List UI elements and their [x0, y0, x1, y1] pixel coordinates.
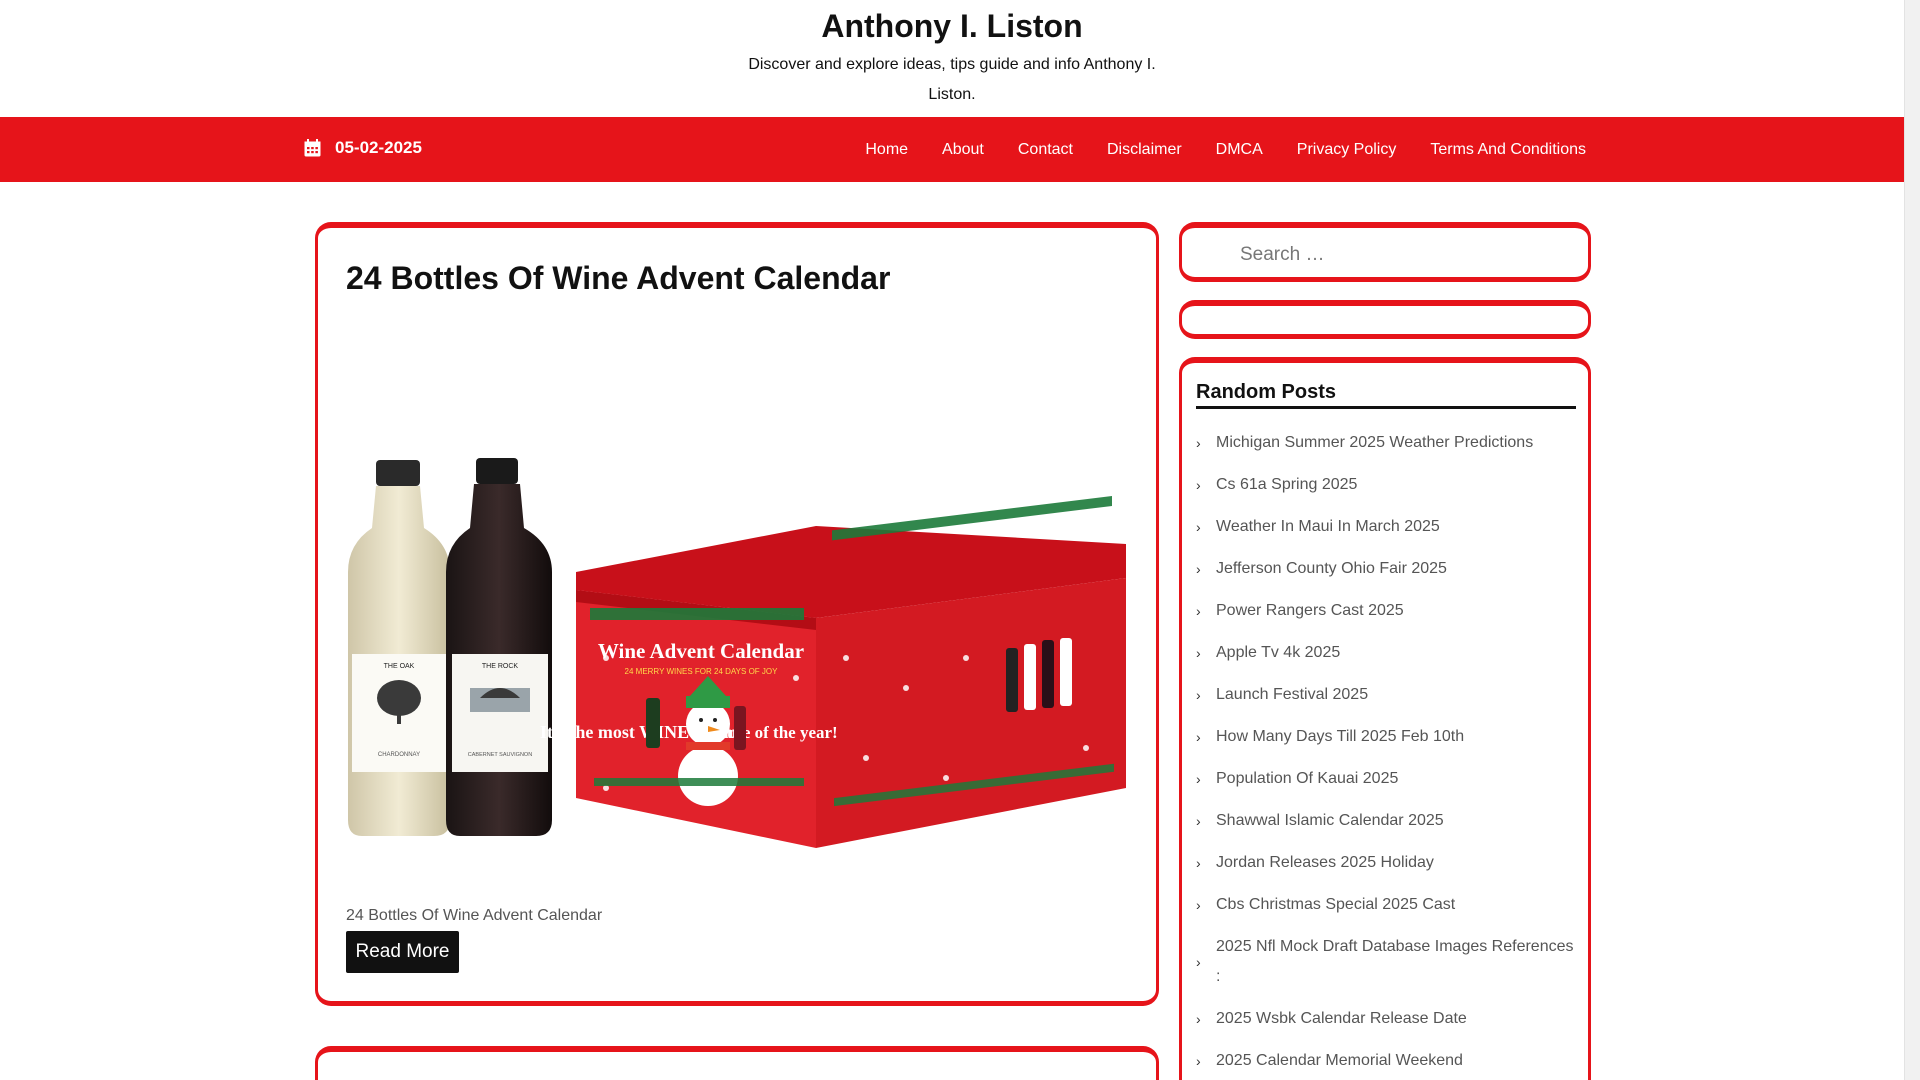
- chevron-right-icon: ›: [1196, 645, 1201, 661]
- random-post-link[interactable]: Cs 61a Spring 2025: [1216, 476, 1357, 493]
- site-header: Anthony I. Liston Discover and explore i…: [0, 0, 1904, 117]
- random-post-link[interactable]: Launch Festival 2025: [1216, 686, 1368, 703]
- random-post-link[interactable]: 2025 Wsbk Calendar Release Date: [1216, 1010, 1467, 1027]
- chevron-right-icon: ›: [1196, 1053, 1201, 1069]
- date-text: 05-02-2025: [335, 138, 422, 157]
- list-item[interactable]: › 2025 Nfl Mock Draft Database Images Ref…: [1196, 932, 1580, 992]
- chevron-right-icon: ›: [1196, 687, 1201, 703]
- list-item[interactable]: › Jefferson County Ohio Fair 2025: [1196, 554, 1580, 584]
- post-card: 24 Bottles Of Wine Advent Calendar THE O…: [315, 222, 1159, 1006]
- chevron-right-icon: ›: [1196, 897, 1201, 913]
- main-menu: Home About Contact Disclaimer DMCA Priva…: [831, 117, 1586, 182]
- site-description: Discover and explore ideas, tips guide a…: [748, 56, 1156, 103]
- list-item[interactable]: › Launch Festival 2025: [1196, 680, 1580, 710]
- list-item[interactable]: › Weather In Maui In March 2025: [1196, 512, 1580, 542]
- menu-item-disclaimer[interactable]: Disclaimer: [1107, 141, 1182, 159]
- list-item[interactable]: › How Many Days Till 2025 Feb 10th: [1196, 722, 1580, 752]
- random-post-link[interactable]: Power Rangers Cast 2025: [1216, 602, 1404, 619]
- random-post-link[interactable]: Population Of Kauai 2025: [1216, 770, 1398, 787]
- red-wine-bottle: THE ROCK CABERNET SAUVIGNON: [446, 458, 552, 836]
- random-post-link[interactable]: Shawwal Islamic Calendar 2025: [1216, 812, 1444, 829]
- post-title[interactable]: 24 Bottles Of Wine Advent Calendar: [346, 260, 890, 297]
- main-navbar: 05-02-2025 Home About Contact Disclaimer…: [0, 117, 1904, 182]
- svg-text:THE OAK: THE OAK: [384, 663, 415, 670]
- search-input[interactable]: [1240, 242, 1560, 268]
- chevron-right-icon: ›: [1196, 771, 1201, 787]
- chevron-right-icon: ›: [1196, 1011, 1201, 1027]
- chevron-right-icon: ›: [1196, 435, 1201, 451]
- current-date: 05-02-2025: [304, 138, 422, 158]
- chevron-right-icon: ›: [1196, 519, 1201, 535]
- chevron-right-icon: ›: [1196, 855, 1201, 871]
- page-scrollbar[interactable]: [1904, 0, 1920, 1080]
- list-item[interactable]: › Cbs Christmas Special 2025 Cast: [1196, 890, 1580, 920]
- list-item[interactable]: › Shawwal Islamic Calendar 2025: [1196, 806, 1580, 836]
- white-wine-bottle: THE OAK CHARDONNAY: [348, 460, 450, 836]
- random-post-link[interactable]: 2025 Nfl Mock Draft Database Images Refe…: [1216, 938, 1574, 985]
- menu-item-terms[interactable]: Terms And Conditions: [1430, 141, 1586, 159]
- list-item[interactable]: › Power Rangers Cast 2025: [1196, 596, 1580, 626]
- random-post-link[interactable]: Cbs Christmas Special 2025 Cast: [1216, 896, 1455, 913]
- chevron-right-icon: ›: [1196, 477, 1201, 493]
- list-item[interactable]: › Michigan Summer 2025 Weather Prediction…: [1196, 428, 1580, 458]
- random-post-link[interactable]: 2025 Calendar Memorial Weekend: [1216, 1052, 1463, 1069]
- random-post-link[interactable]: Jordan Releases 2025 Holiday: [1216, 854, 1434, 871]
- list-item[interactable]: › Apple Tv 4k 2025: [1196, 638, 1580, 668]
- chevron-right-icon: ›: [1196, 561, 1201, 577]
- advent-calendar-box: Wine Advent Calendar 24 MERRY WINES FOR …: [540, 495, 1126, 848]
- random-posts-title: Random Posts: [1196, 381, 1576, 409]
- next-post-card: [315, 1046, 1159, 1080]
- svg-text:CABERNET SAUVIGNON: CABERNET SAUVIGNON: [468, 752, 532, 758]
- menu-item-dmca[interactable]: DMCA: [1216, 141, 1263, 159]
- list-item[interactable]: › 2025 Calendar Memorial Weekend: [1196, 1046, 1580, 1076]
- calendar-icon: [304, 139, 321, 157]
- random-post-link[interactable]: Michigan Summer 2025 Weather Predictions: [1216, 434, 1533, 451]
- post-image[interactable]: THE OAK CHARDONNAY THE ROCK CABERNET SAU…: [346, 358, 1130, 898]
- list-item[interactable]: › 2025 Wsbk Calendar Release Date: [1196, 1004, 1580, 1034]
- menu-item-about[interactable]: About: [942, 141, 984, 159]
- menu-item-home[interactable]: Home: [865, 141, 908, 159]
- post-caption: 24 Bottles Of Wine Advent Calendar: [346, 907, 603, 924]
- list-item[interactable]: › Cs 61a Spring 2025: [1196, 470, 1580, 500]
- random-post-link[interactable]: Jefferson County Ohio Fair 2025: [1216, 560, 1447, 577]
- site-title[interactable]: Anthony I. Liston: [0, 8, 1904, 45]
- random-post-link[interactable]: Apple Tv 4k 2025: [1216, 644, 1340, 661]
- random-posts-widget: Random Posts › Michigan Summer 2025 Weath…: [1179, 357, 1591, 1080]
- chevron-right-icon: ›: [1196, 813, 1201, 829]
- read-more-button[interactable]: Read More: [346, 931, 459, 973]
- chevron-right-icon: ›: [1196, 729, 1201, 745]
- svg-text:Wine Advent Calendar: Wine Advent Calendar: [598, 639, 804, 663]
- empty-widget: [1179, 300, 1591, 339]
- chevron-right-icon: ›: [1196, 603, 1201, 619]
- random-post-link[interactable]: Weather In Maui In March 2025: [1216, 518, 1440, 535]
- random-posts-list: › Michigan Summer 2025 Weather Prediction…: [1196, 428, 1580, 1080]
- random-post-link[interactable]: How Many Days Till 2025 Feb 10th: [1216, 728, 1464, 745]
- svg-text:THE ROCK: THE ROCK: [482, 663, 519, 670]
- svg-text:CHARDONNAY: CHARDONNAY: [378, 752, 420, 758]
- list-item[interactable]: › Jordan Releases 2025 Holiday: [1196, 848, 1580, 878]
- chevron-right-icon: ›: [1196, 954, 1201, 970]
- search-widget: [1179, 222, 1591, 282]
- list-item[interactable]: › Population Of Kauai 2025: [1196, 764, 1580, 794]
- svg-text:24 MERRY WINES FOR 24 DAYS OF: 24 MERRY WINES FOR 24 DAYS OF JOY: [625, 667, 779, 676]
- menu-item-privacy-policy[interactable]: Privacy Policy: [1297, 141, 1397, 159]
- menu-item-contact[interactable]: Contact: [1018, 141, 1073, 159]
